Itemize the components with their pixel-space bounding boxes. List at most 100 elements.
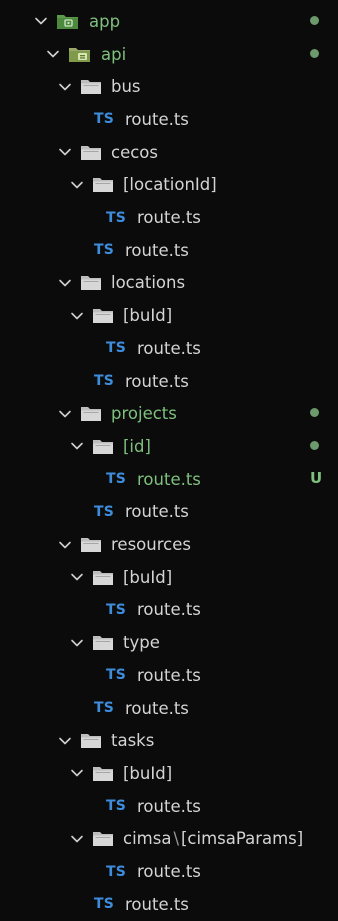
folder-icon	[80, 274, 102, 291]
folder-label: api	[101, 44, 127, 64]
folder-label: [buId]	[123, 567, 173, 587]
tree-file-row[interactable]: TS route.ts U	[0, 463, 338, 496]
folder-label: locations	[111, 273, 186, 293]
tree-folder-row[interactable]: [buId]	[0, 757, 338, 790]
folder-icon	[92, 438, 114, 455]
tree-folder-row[interactable]: type	[0, 626, 338, 659]
file-label: route.ts	[137, 796, 201, 816]
tree-file-row[interactable]: TS route.ts	[0, 201, 338, 234]
typescript-icon: TS	[106, 209, 127, 226]
tree-folder-row[interactable]: cimsa \ [cimsaParams]	[0, 823, 338, 856]
chevron-down-icon[interactable]	[70, 309, 84, 323]
tree-file-row[interactable]: TS route.ts	[0, 365, 338, 398]
file-explorer-tree: app api bus TS route.ts cecos [locationId] TS ro…	[0, 0, 338, 918]
file-label: route.ts	[137, 338, 201, 358]
tree-file-row[interactable]: TS route.ts	[0, 103, 338, 136]
api-folder-icon	[68, 45, 92, 63]
tree-folder-row[interactable]: [buId]	[0, 561, 338, 594]
tree-file-row[interactable]: TS route.ts	[0, 234, 338, 267]
file-label: route.ts	[125, 371, 189, 391]
typescript-icon: TS	[106, 471, 127, 488]
folder-icon	[92, 307, 114, 324]
tree-folder-row[interactable]: app	[0, 5, 338, 38]
folder-label: cimsa \ [cimsaParams]	[123, 829, 304, 849]
folder-label: [id]	[123, 436, 151, 456]
folder-label: [buId]	[123, 763, 173, 783]
folder-label: cecos	[111, 142, 158, 162]
folder-icon	[80, 405, 102, 422]
chevron-down-icon[interactable]	[70, 439, 84, 453]
tree-folder-row[interactable]: [locationId]	[0, 169, 338, 202]
folder-label: tasks	[111, 731, 155, 751]
tree-file-row[interactable]: TS route.ts	[0, 888, 338, 921]
chevron-down-icon[interactable]	[70, 178, 84, 192]
chevron-down-icon[interactable]	[58, 80, 72, 94]
file-label: route.ts	[137, 600, 201, 620]
typescript-icon: TS	[94, 896, 115, 913]
folder-icon	[80, 144, 102, 161]
tree-file-row[interactable]: TS route.ts	[0, 496, 338, 529]
chevron-down-icon[interactable]	[46, 47, 60, 61]
git-modified-dot	[310, 408, 319, 418]
tree-folder-row[interactable]: api	[0, 38, 338, 71]
folder-label: app	[89, 11, 121, 31]
typescript-icon: TS	[94, 111, 115, 128]
tree-file-row[interactable]: TS route.ts	[0, 855, 338, 888]
file-label: route.ts	[125, 109, 189, 129]
git-modified-dot	[310, 441, 319, 451]
folder-label: type	[123, 633, 160, 653]
file-label: route.ts	[137, 208, 201, 228]
folder-icon	[92, 569, 114, 586]
folder-label: [locationId]	[123, 175, 217, 195]
chevron-down-icon[interactable]	[70, 766, 84, 780]
folder-icon	[92, 634, 114, 651]
tree-folder-row[interactable]: resources	[0, 528, 338, 561]
typescript-icon: TS	[106, 863, 127, 880]
file-label: route.ts	[137, 665, 201, 685]
folder-label: [buId]	[123, 306, 173, 326]
tree-folder-row[interactable]: [buId]	[0, 299, 338, 332]
typescript-icon: TS	[106, 340, 127, 357]
git-modified-dot	[310, 48, 319, 58]
file-label: route.ts	[125, 698, 189, 718]
tree-folder-row[interactable]: bus	[0, 70, 338, 103]
chevron-down-icon[interactable]	[58, 407, 72, 421]
folder-icon	[80, 732, 102, 749]
chevron-down-icon[interactable]	[70, 832, 84, 846]
typescript-icon: TS	[106, 798, 127, 815]
tree-file-row[interactable]: TS route.ts	[0, 332, 338, 365]
tree-folder-row[interactable]: [id]	[0, 430, 338, 463]
tree-folder-row[interactable]: tasks	[0, 724, 338, 757]
chevron-down-icon[interactable]	[58, 538, 72, 552]
file-label: route.ts	[125, 502, 189, 522]
git-modified-dot	[310, 16, 319, 25]
tree-file-row[interactable]: TS route.ts	[0, 659, 338, 692]
folder-icon	[92, 765, 114, 782]
file-label: route.ts	[125, 240, 189, 260]
typescript-icon: TS	[94, 242, 115, 259]
folder-icon	[80, 536, 102, 553]
folder-label: resources	[111, 535, 191, 555]
tree-folder-row[interactable]: cecos	[0, 136, 338, 169]
folder-label: bus	[111, 77, 141, 97]
file-label: route.ts	[137, 862, 201, 882]
chevron-down-icon[interactable]	[58, 734, 72, 748]
compact-folder-separator: \	[173, 829, 179, 849]
typescript-icon: TS	[94, 373, 115, 390]
git-untracked-badge: U	[310, 468, 323, 487]
file-label: route.ts	[137, 469, 201, 489]
chevron-down-icon[interactable]	[58, 145, 72, 159]
file-label: route.ts	[125, 894, 189, 914]
tree-file-row[interactable]: TS route.ts	[0, 692, 338, 725]
tree-file-row[interactable]: TS route.ts	[0, 790, 338, 823]
chevron-down-icon[interactable]	[58, 276, 72, 290]
tree-folder-row[interactable]: locations	[0, 267, 338, 300]
folder-icon	[92, 176, 114, 193]
folder-label: projects	[111, 404, 177, 424]
folder-icon	[80, 78, 102, 95]
tree-file-row[interactable]: TS route.ts	[0, 594, 338, 627]
chevron-down-icon[interactable]	[70, 636, 84, 650]
chevron-down-icon[interactable]	[70, 570, 84, 584]
chevron-down-icon[interactable]	[34, 14, 48, 28]
tree-folder-row[interactable]: projects	[0, 397, 338, 430]
